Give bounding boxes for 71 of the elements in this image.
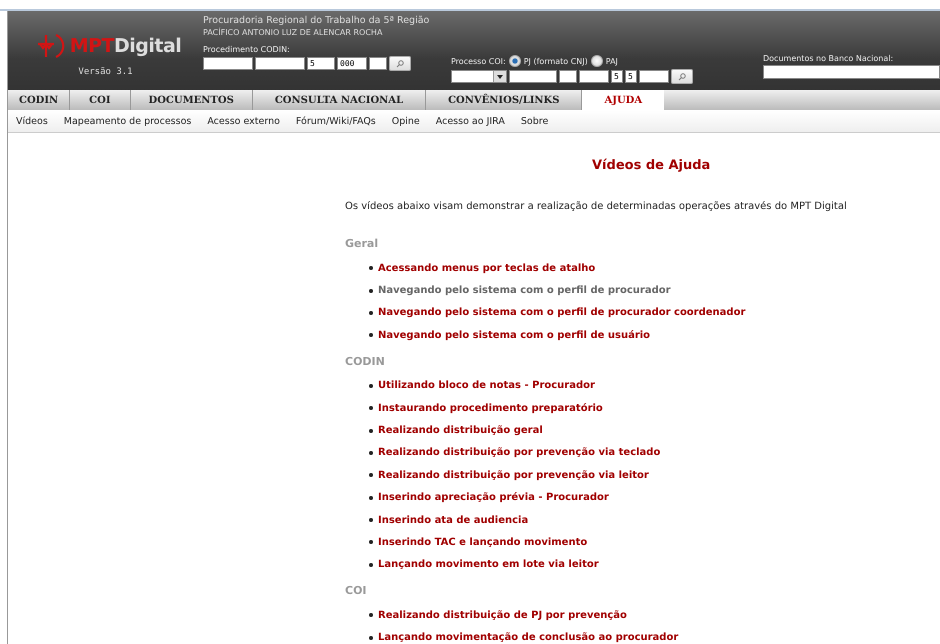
input-field[interactable] <box>369 57 387 70</box>
bullet-icon <box>369 266 373 270</box>
video-link[interactable]: Inserindo apreciação prévia - Procurador <box>378 492 609 504</box>
office-name: Procuradoria Regional do Trabalho da 5ª Região <box>203 15 430 26</box>
bullet-icon <box>369 384 373 388</box>
video-link[interactable]: Utilizando bloco de notas - Procurador <box>378 380 595 392</box>
field-label: Procedimento CODIN: <box>203 45 291 54</box>
input-field[interactable] <box>559 70 577 83</box>
brand-name: MPTDigital <box>70 35 182 57</box>
bullet-icon <box>369 428 373 433</box>
input-field[interactable]: 5 <box>611 70 623 83</box>
video-link[interactable]: Inserindo ata de audiencia <box>378 514 528 526</box>
select-field[interactable] <box>451 70 507 83</box>
bullet-icon <box>369 562 373 567</box>
input-field[interactable] <box>639 70 669 83</box>
search-icon <box>678 72 686 80</box>
input-field[interactable] <box>255 57 305 70</box>
bullet-icon <box>369 310 373 315</box>
radio-button[interactable] <box>590 55 603 67</box>
section-title: COI <box>345 584 368 598</box>
submenu-link[interactable]: Vídeos <box>8 116 56 126</box>
page-title: Vídeos de Ajuda <box>592 158 710 173</box>
search-button[interactable] <box>671 69 693 84</box>
video-link[interactable]: Realizando distribuição por prevenção via teclado <box>378 447 660 458</box>
radio-label: PJ (formato CNJ) <box>524 56 588 66</box>
section-title: Geral <box>345 237 380 250</box>
submenu-link[interactable]: Acesso externo <box>199 116 288 126</box>
bullet-icon <box>369 450 373 455</box>
video-link[interactable]: Lançando movimento em lote via leitor <box>378 559 599 570</box>
radio-label: PAJ <box>606 56 618 66</box>
input-field[interactable] <box>509 70 557 83</box>
input-field[interactable] <box>763 65 940 79</box>
video-link[interactable]: Realizando distribuição geral <box>378 425 543 436</box>
user-name: PACÍFICO ANTONIO LUZ DE ALENCAR ROCHA <box>203 28 384 37</box>
input-field[interactable] <box>203 57 253 70</box>
video-link[interactable]: Realizando distribuição de PJ por prevenção <box>378 610 627 621</box>
bullet-icon <box>369 473 373 478</box>
video-link[interactable]: Realizando distribuição por prevenção via leitor <box>378 470 649 481</box>
section-title: CODIN <box>345 354 386 368</box>
bullet-icon <box>369 406 373 410</box>
video-link[interactable]: Navegando pelo sistema com o perfil de procurador coordenador <box>378 307 746 318</box>
bullet-icon <box>369 496 373 500</box>
input-field[interactable]: 5 <box>307 57 335 70</box>
bullet-icon <box>369 540 373 544</box>
submenu-link[interactable]: Fórum/Wiki/FAQs <box>288 116 384 126</box>
search-icon <box>396 60 404 68</box>
bullet-icon <box>369 333 373 338</box>
input-field[interactable] <box>579 70 609 83</box>
field-label: Documentos no Banco Nacional: <box>763 54 894 63</box>
input-field[interactable]: 000 <box>337 57 367 70</box>
bullet-icon <box>369 613 373 618</box>
search-button[interactable] <box>389 56 411 71</box>
submenu-link[interactable]: Acesso ao JIRA <box>428 116 513 126</box>
video-link[interactable]: Navegando pelo sistema com o perfil de procurador <box>378 285 671 296</box>
submenu-link[interactable]: Opine <box>384 116 428 126</box>
video-link[interactable]: Acessando menus por teclas de atalho <box>378 262 596 274</box>
version-text: Versão 3.1 <box>78 67 133 77</box>
video-link[interactable]: Navegando pelo sistema com o perfil de usuário <box>378 330 650 341</box>
video-link[interactable]: Instaurando procedimento preparatório <box>378 402 603 414</box>
video-link[interactable]: Lançando movimentação de conclusão ao procurador <box>378 632 678 644</box>
bullet-icon <box>369 288 373 293</box>
input-field[interactable]: 5 <box>625 70 637 83</box>
radio-button[interactable] <box>508 55 521 67</box>
bullet-icon <box>369 636 373 640</box>
bullet-icon <box>369 518 373 522</box>
video-link[interactable]: Inserindo TAC e lançando movimento <box>378 536 588 548</box>
field-label: Processo COI: <box>451 56 506 66</box>
submenu-link[interactable]: Mapeamento de processos <box>56 116 200 126</box>
submenu-link[interactable]: Sobre <box>512 116 556 126</box>
menu-tab[interactable]: AJUDA <box>582 90 664 110</box>
intro-text: Os vídeos abaixo visam demonstrar a realização de determinadas operações através do MPT Digital <box>345 201 848 212</box>
